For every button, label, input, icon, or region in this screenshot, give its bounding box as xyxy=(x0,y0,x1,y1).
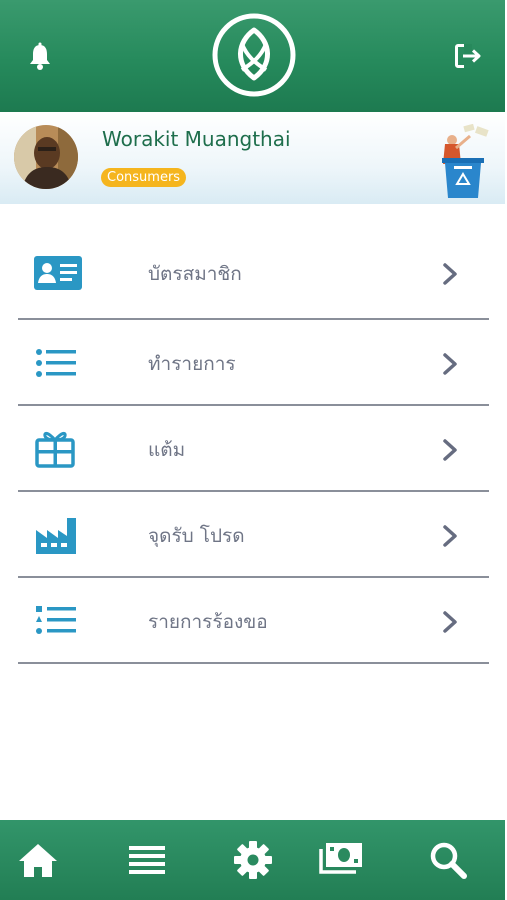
money-icon[interactable] xyxy=(314,836,366,884)
menu-item-requests[interactable]: รายการร้องขอ xyxy=(18,578,489,664)
bottom-tab-bar xyxy=(0,820,505,900)
menu-icon[interactable] xyxy=(121,836,173,884)
chevron-right-icon xyxy=(440,609,460,635)
chevron-right-icon xyxy=(440,351,460,377)
user-name: Worakit Muangthai xyxy=(102,127,291,151)
leaf-logo-icon xyxy=(211,12,297,98)
settings-icon[interactable] xyxy=(227,836,279,884)
profile-card: Worakit Muangthai Consumers xyxy=(0,112,505,204)
menu-item-label: จุดรับ โปรด xyxy=(148,525,245,547)
main-menu: บัตรสมาชิก ทำรายการ แต้ม จุดรับ โปรด ราย… xyxy=(18,230,489,664)
bell-icon[interactable] xyxy=(27,42,53,72)
role-badge: Consumers xyxy=(101,168,187,187)
app-header xyxy=(0,0,505,112)
list-icon xyxy=(34,342,82,384)
logout-icon[interactable] xyxy=(454,42,482,70)
recycle-bin-illustration xyxy=(436,123,494,200)
menu-item-label: แต้ม xyxy=(148,439,186,461)
request-list-icon xyxy=(34,600,82,642)
chevron-right-icon xyxy=(440,437,460,463)
gift-icon xyxy=(34,428,82,470)
factory-icon xyxy=(34,514,82,556)
chevron-right-icon xyxy=(440,261,460,287)
menu-item-label: รายการร้องขอ xyxy=(148,611,268,633)
menu-item-points[interactable]: แต้ม xyxy=(18,406,489,492)
search-icon[interactable] xyxy=(422,836,474,884)
menu-item-label: บัตรสมาชิก xyxy=(148,263,242,285)
menu-item-label: ทำรายการ xyxy=(148,353,236,375)
avatar[interactable] xyxy=(14,125,78,189)
home-icon[interactable] xyxy=(12,836,64,884)
menu-item-member-card[interactable]: บัตรสมาชิก xyxy=(18,230,489,320)
chevron-right-icon xyxy=(440,523,460,549)
member-card-icon xyxy=(34,252,82,294)
menu-item-drop-point[interactable]: จุดรับ โปรด xyxy=(18,492,489,578)
menu-item-transaction[interactable]: ทำรายการ xyxy=(18,320,489,406)
